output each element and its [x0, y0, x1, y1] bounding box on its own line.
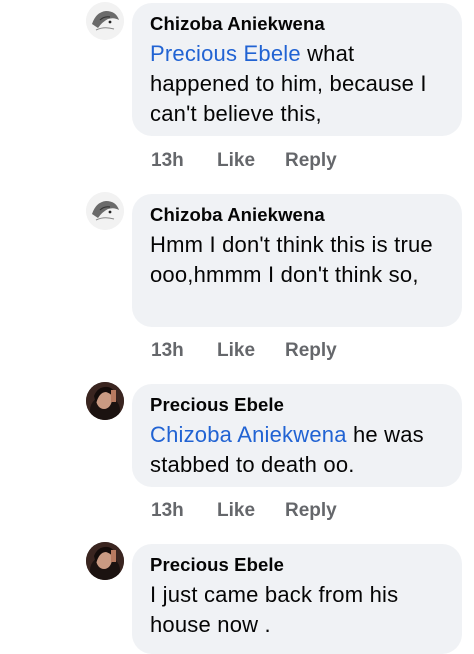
photo-avatar-icon	[86, 382, 124, 420]
comment-time[interactable]: 13h	[151, 150, 184, 172]
comment-bubble: Precious Ebele Chizoba Aniekwena he was …	[132, 384, 462, 487]
like-button[interactable]: Like	[217, 340, 255, 362]
comment-author[interactable]: Chizoba Aniekwena	[150, 204, 446, 226]
sketch-avatar-icon	[86, 192, 124, 230]
reply-button[interactable]: Reply	[285, 500, 337, 522]
avatar[interactable]	[86, 192, 124, 230]
comment-bubble: Chizoba Aniekwena Precious Ebele what ha…	[132, 3, 462, 136]
comment-author[interactable]: Chizoba Aniekwena	[150, 13, 446, 35]
photo-avatar-icon	[86, 542, 124, 580]
comment-bubble: Chizoba Aniekwena Hmm I don't think this…	[132, 194, 462, 327]
comment-body: I just came back from his house now .	[150, 582, 399, 637]
avatar[interactable]	[86, 542, 124, 580]
comment-author[interactable]: Precious Ebele	[150, 394, 446, 416]
sketch-avatar-icon	[86, 2, 124, 40]
comment-body: Hmm I don't think this is true ooo,hmmm …	[150, 232, 433, 287]
comment-author[interactable]: Precious Ebele	[150, 554, 446, 576]
like-button[interactable]: Like	[217, 500, 255, 522]
comment-time[interactable]: 13h	[151, 500, 184, 522]
reply-button[interactable]: Reply	[285, 340, 337, 362]
avatar[interactable]	[86, 382, 124, 420]
reply-button[interactable]: Reply	[285, 150, 337, 172]
comment-text: Precious Ebele what happened to him, bec…	[150, 39, 446, 129]
mention-link[interactable]: Chizoba Aniekwena	[150, 422, 347, 447]
comment-bubble: Precious Ebele I just came back from his…	[132, 544, 462, 654]
comment-time[interactable]: 13h	[151, 340, 184, 362]
comment-text: Chizoba Aniekwena he was stabbed to deat…	[150, 420, 446, 480]
mention-link[interactable]: Precious Ebele	[150, 41, 301, 66]
like-button[interactable]: Like	[217, 150, 255, 172]
avatar[interactable]	[86, 2, 124, 40]
